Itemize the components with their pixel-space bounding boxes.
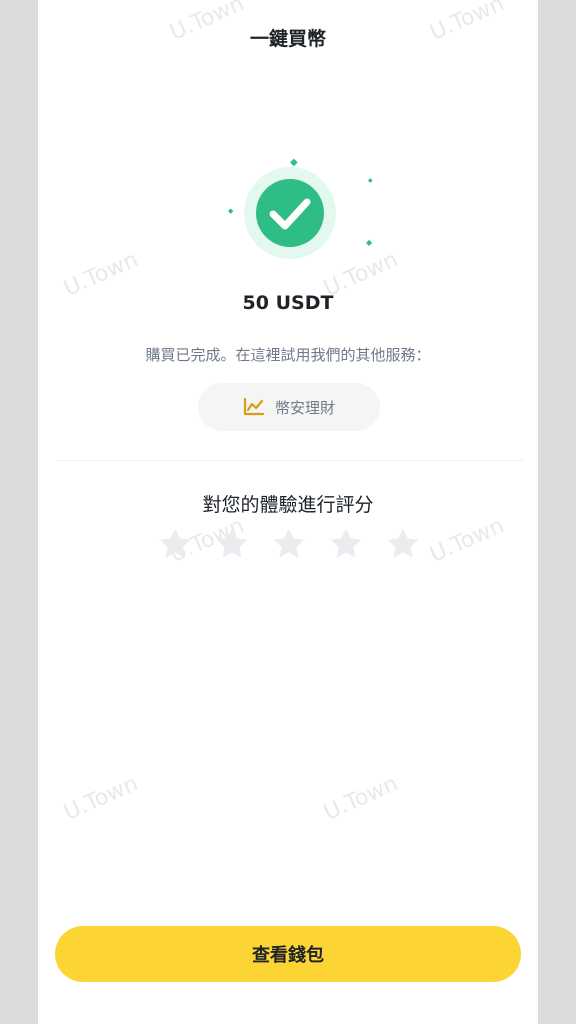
- watermark: U.Town: [320, 771, 402, 826]
- sparkle-icon: ◆: [368, 177, 373, 184]
- purchase-amount: 50 USDT: [242, 292, 334, 314]
- watermark: U.Town: [426, 513, 508, 568]
- divider: [56, 460, 524, 461]
- sparkle-icon: ◆: [290, 157, 298, 168]
- screen: U.Town U.Town U.Town U.Town U.Town U.Tow…: [38, 0, 538, 1024]
- sparkle-icon: ◆: [228, 207, 234, 215]
- earn-service-button[interactable]: 幣安理財: [198, 383, 380, 431]
- success-icon: ◆ ◆ ◆ ◆: [228, 157, 373, 270]
- star-icon[interactable]: [327, 525, 365, 563]
- star-icon[interactable]: [213, 525, 251, 563]
- chart-line-icon: [243, 397, 265, 416]
- earn-service-label: 幣安理財: [274, 398, 335, 417]
- page-title: 一鍵買幣: [249, 28, 326, 50]
- star-icon[interactable]: [384, 525, 422, 563]
- rating-title: 對您的體驗進行評分: [202, 494, 374, 516]
- sparkle-icon: ◆: [366, 238, 373, 247]
- check-circle-icon: [244, 167, 336, 259]
- watermark: U.Town: [60, 771, 142, 826]
- view-wallet-button[interactable]: 查看錢包: [55, 926, 521, 982]
- rating-stars: [156, 525, 422, 567]
- star-icon[interactable]: [270, 525, 308, 563]
- star-icon[interactable]: [156, 525, 194, 563]
- purchase-note: 購買已完成。在這裡試用我們的其他服務：: [145, 346, 431, 364]
